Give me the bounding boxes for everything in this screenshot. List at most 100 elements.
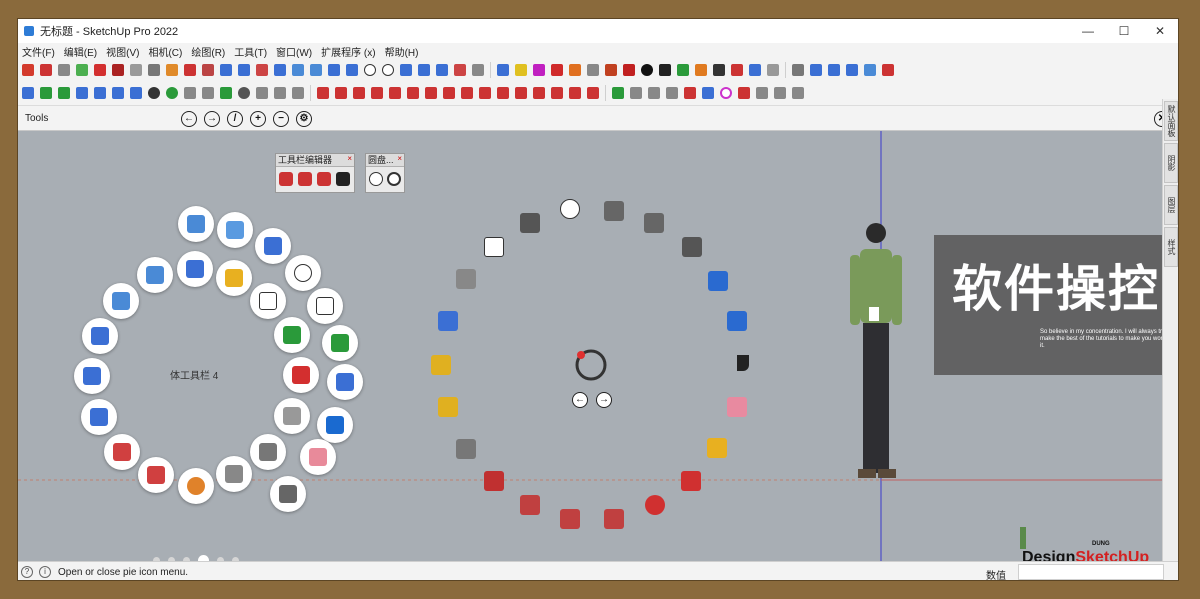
row2-tool2-icon[interactable] (40, 87, 52, 99)
offset-tool-icon[interactable] (472, 64, 484, 76)
tray-tab-default[interactable]: 默认面板 (1164, 101, 1178, 141)
line-tool-icon[interactable] (400, 64, 412, 76)
arrow-tool-icon[interactable] (418, 64, 430, 76)
plugin11-icon[interactable] (677, 64, 689, 76)
next-arrow-icon[interactable]: → (204, 111, 220, 127)
pie-tool-24[interactable] (274, 317, 310, 353)
menu-window[interactable]: 窗口(W) (276, 44, 312, 59)
ring-next-arrow-icon[interactable]: → (596, 392, 612, 408)
row2-tool40-icon[interactable] (738, 87, 750, 99)
menu-draw[interactable]: 绘图(R) (191, 44, 225, 59)
row2-tool37-icon[interactable] (684, 87, 696, 99)
plugin6-icon[interactable] (587, 64, 599, 76)
ring-tool-1[interactable] (520, 213, 540, 233)
pie-tool-21[interactable] (177, 251, 213, 287)
cube-tool-icon[interactable] (76, 64, 88, 76)
row2-tool5-icon[interactable] (94, 87, 106, 99)
add-icon[interactable]: + (250, 111, 266, 127)
row2-tool26-icon[interactable] (479, 87, 491, 99)
ring-move-red-icon[interactable] (681, 471, 701, 491)
ring-pushpull-icon[interactable] (560, 509, 580, 529)
pie-tool-12[interactable] (216, 456, 252, 492)
follow-me-tool-icon[interactable] (202, 64, 214, 76)
pie-tool-1[interactable] (178, 206, 214, 242)
ring-tool-6[interactable] (708, 271, 728, 291)
plugin15-icon[interactable] (749, 64, 761, 76)
pie-tool-10[interactable] (270, 476, 306, 512)
plugin7-icon[interactable] (605, 64, 617, 76)
row2-tool23-icon[interactable] (425, 87, 437, 99)
plugin12-icon[interactable] (695, 64, 707, 76)
push-pull-tool-icon[interactable] (184, 64, 196, 76)
row2-tool35-icon[interactable] (648, 87, 660, 99)
plugin16-icon[interactable] (767, 64, 779, 76)
array-tool-icon[interactable] (328, 64, 340, 76)
disc-panel[interactable]: 圆盘... × (365, 153, 405, 193)
plugin22-icon[interactable] (882, 64, 894, 76)
row2-tool1-icon[interactable] (22, 87, 34, 99)
row2-tool32-icon[interactable] (587, 87, 599, 99)
row2-tool31-icon[interactable] (569, 87, 581, 99)
pie-tool-6[interactable] (322, 325, 358, 361)
editor-tool-1-icon[interactable] (279, 172, 293, 186)
row2-tool41-icon[interactable] (756, 87, 768, 99)
move-tool-icon[interactable] (436, 64, 448, 76)
pie-tool-14[interactable] (138, 457, 174, 493)
ring-tool-5[interactable] (682, 237, 702, 257)
row2-tool34-icon[interactable] (630, 87, 642, 99)
row2-tool12-icon[interactable] (220, 87, 232, 99)
row2-tool38-icon[interactable] (702, 87, 714, 99)
cube-red-tool-icon[interactable] (94, 64, 106, 76)
disc-circle-icon[interactable] (369, 172, 383, 186)
select-tool-icon[interactable] (22, 64, 34, 76)
ring-tool-7[interactable] (727, 311, 747, 331)
plugin4-icon[interactable] (551, 64, 563, 76)
disc-panel-close-icon[interactable]: × (397, 154, 402, 163)
ring-rotate-icon[interactable] (645, 495, 665, 515)
plugin1-icon[interactable] (497, 64, 509, 76)
ring-protractor-icon[interactable] (431, 355, 451, 375)
pie-tool-5[interactable] (307, 288, 343, 324)
row2-tool6-icon[interactable] (112, 87, 124, 99)
sweep-tool-icon[interactable] (130, 64, 142, 76)
row2-tool16-icon[interactable] (292, 87, 304, 99)
row2-tool20-icon[interactable] (371, 87, 383, 99)
split-tool-icon[interactable] (256, 64, 268, 76)
pie-tool-25[interactable] (283, 357, 319, 393)
ring-eraser-icon[interactable] (727, 397, 747, 417)
plugin5-icon[interactable] (569, 64, 581, 76)
row2-tool30-icon[interactable] (551, 87, 563, 99)
ring-axes-icon[interactable] (438, 311, 458, 331)
menu-extensions[interactable]: 扩展程序 (x) (321, 44, 375, 59)
ring-text-icon[interactable] (484, 237, 504, 257)
paint-tool-icon[interactable] (166, 64, 178, 76)
row2-tool42-icon[interactable] (774, 87, 786, 99)
row2-tool13-icon[interactable] (238, 87, 250, 99)
menu-edit[interactable]: 编辑(E) (64, 44, 97, 59)
pie-tool-3[interactable] (255, 228, 291, 264)
tray-tab-shadows[interactable]: 阴影 (1164, 143, 1178, 183)
row2-tool21-icon[interactable] (389, 87, 401, 99)
row2-tool7-icon[interactable] (130, 87, 142, 99)
row2-tool10-icon[interactable] (184, 87, 196, 99)
pie-tool-26[interactable] (274, 398, 310, 434)
row2-tool25-icon[interactable] (461, 87, 473, 99)
row2-tool27-icon[interactable] (497, 87, 509, 99)
ring-followme-icon[interactable] (520, 495, 540, 515)
pie-tool-13[interactable] (178, 468, 214, 504)
pie-tool-23[interactable] (250, 283, 286, 319)
eraser-tool-icon[interactable] (40, 64, 52, 76)
geo-location-icon[interactable]: ? (21, 566, 33, 578)
circle-tool-icon[interactable] (364, 64, 376, 76)
editor-tool-3-icon[interactable] (317, 172, 331, 186)
row2-tool11-icon[interactable] (202, 87, 214, 99)
plugin13-icon[interactable] (713, 64, 725, 76)
flip-tool-icon[interactable] (274, 64, 286, 76)
editor-tool-4-icon[interactable] (336, 172, 350, 186)
row2-tool17-icon[interactable] (317, 87, 329, 99)
row2-tool14-icon[interactable] (256, 87, 268, 99)
remove-icon[interactable]: − (273, 111, 289, 127)
toolbar-editor-panel[interactable]: 工具栏编辑器 × (275, 153, 355, 193)
ring-tape-icon[interactable] (438, 397, 458, 417)
settings-gear-icon[interactable]: ⚙ (296, 111, 312, 127)
